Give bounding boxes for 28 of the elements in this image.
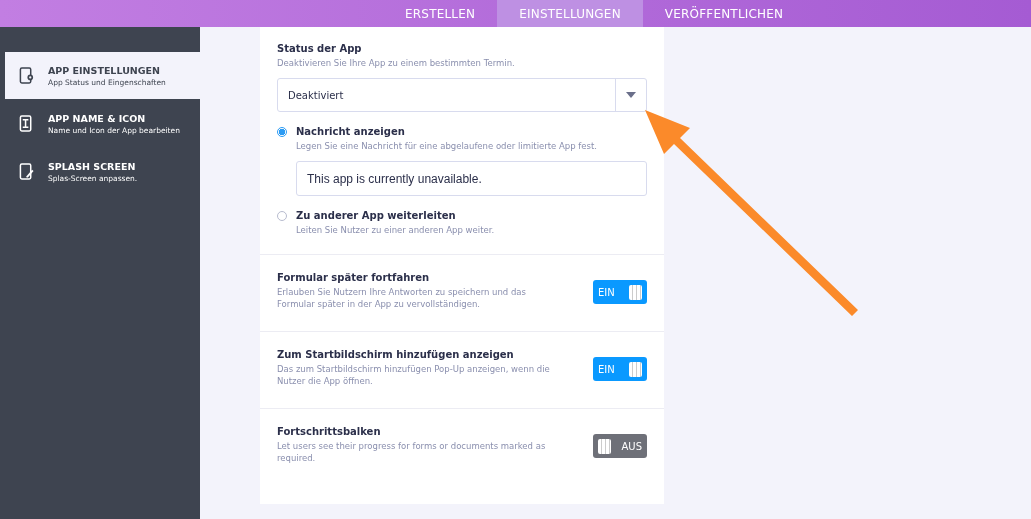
message-field[interactable]: This app is currently unavailable. bbox=[296, 161, 647, 196]
setting-title: Zum Startbildschirm hinzufügen anzeigen bbox=[277, 349, 515, 360]
sidebar-item-title: SPLASH SCREEN bbox=[48, 160, 137, 172]
option-label: Nachricht anzeigen bbox=[296, 126, 406, 137]
status-dropdown[interactable]: Deaktiviert bbox=[277, 78, 647, 112]
section-description: Deaktivieren Sie Ihre App zu einem bestimmten Termin. bbox=[277, 57, 516, 69]
radio-button[interactable] bbox=[277, 127, 287, 137]
setting-description: Erlauben Sie Nutzern Ihre Antworten zu speichern und das Formular später in der App zu vervollständigen. bbox=[277, 286, 527, 310]
toggle-switch[interactable]: EIN bbox=[593, 357, 647, 381]
setting-title: Fortschrittsbalken bbox=[277, 426, 382, 437]
toggle-switch[interactable]: EIN bbox=[593, 280, 647, 304]
sidebar-item-title: APP NAME & ICON bbox=[48, 112, 147, 124]
nav-tab[interactable]: EINSTELLUNGEN bbox=[497, 0, 643, 27]
setting-description: Das zum Startbildschirm hinzufügen Pop-Up anzeigen, wenn die Nutzer die App öffnen. bbox=[277, 363, 551, 387]
section-title: Status der App bbox=[277, 43, 363, 54]
setting-title: Formular später fortfahren bbox=[277, 272, 431, 283]
phone-gear-icon bbox=[19, 67, 34, 84]
setting-description: Let users see their progress for forms or documents marked as required. bbox=[277, 440, 547, 464]
caret-icon bbox=[626, 92, 636, 98]
option-label: Zu anderer App weiterleiten bbox=[296, 210, 457, 221]
option-description: Legen Sie eine Nachricht für eine abgelaufene oder limitierte App fest. bbox=[296, 140, 598, 152]
option-description: Leiten Sie Nutzer zu einer anderen App weiter. bbox=[296, 224, 496, 236]
nav-tab[interactable]: ERSTELLEN bbox=[383, 0, 498, 27]
phone-pen-icon bbox=[19, 163, 34, 180]
sidebar-item-title: APP EINSTELLUNGEN bbox=[48, 64, 162, 76]
nav-tab[interactable]: VERÖFFENTLICHEN bbox=[642, 0, 806, 27]
phone-text-icon bbox=[19, 115, 34, 132]
toggle-switch[interactable]: AUS bbox=[593, 434, 647, 458]
